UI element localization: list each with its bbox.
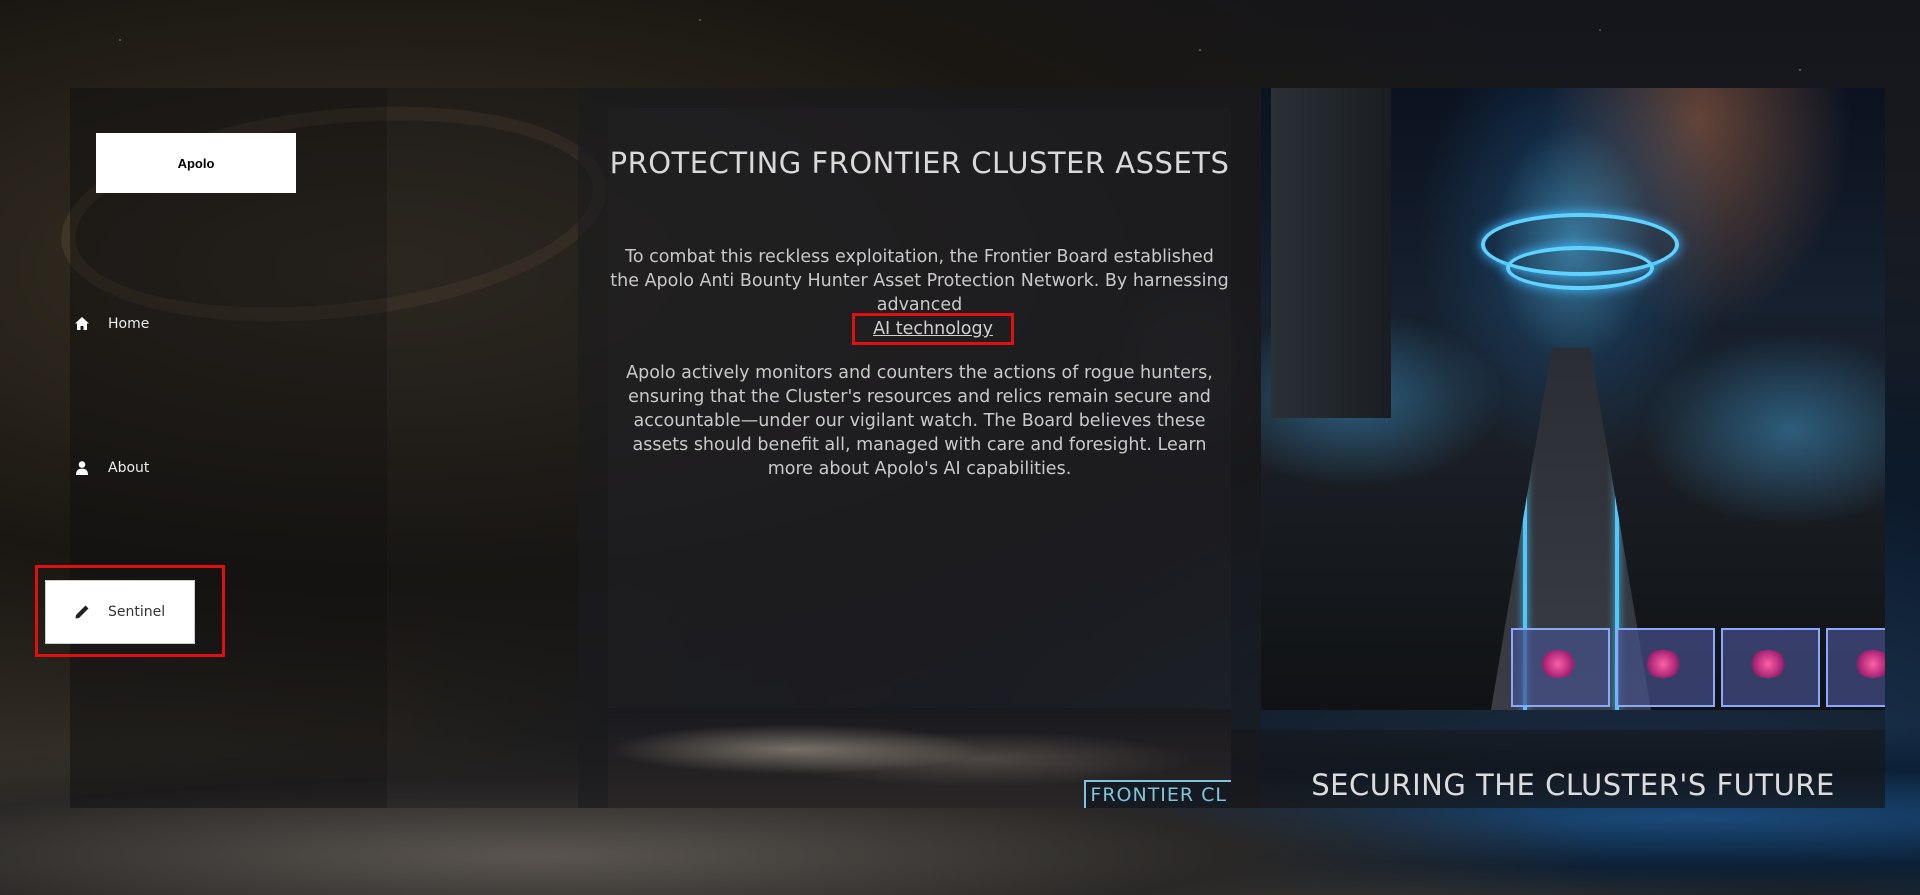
- hero-pad: [1616, 628, 1715, 707]
- section-title: SECURING THE CLUSTER'S FUTURE: [1311, 768, 1835, 802]
- body-paragraph: Apolo actively monitors and counters the…: [626, 363, 1213, 479]
- hero-pad: [1511, 628, 1610, 707]
- hero-image: [1261, 88, 1885, 710]
- nav-item-label: Sentinel: [108, 604, 166, 620]
- ai-technology-link[interactable]: AI technology: [873, 319, 993, 339]
- nav-item-sentinel[interactable]: Sentinel: [45, 580, 195, 644]
- page-title: PROTECTING FRONTIER CLUSTER ASSETS: [609, 146, 1230, 180]
- hero-ring: [1506, 246, 1654, 290]
- logo-text: Apolo: [177, 155, 215, 171]
- lower-image: FRONTIER CL: [608, 710, 1231, 808]
- hero-pad: [1721, 628, 1820, 707]
- nav-item-label: About: [108, 460, 150, 476]
- home-icon: [75, 317, 89, 330]
- nav-item-label: Home: [108, 316, 150, 332]
- image-caption: FRONTIER CL: [1084, 780, 1231, 808]
- logo[interactable]: Apolo: [96, 133, 296, 193]
- intro-paragraph: To combat this reckless exploitation, th…: [610, 247, 1229, 315]
- user-icon: [76, 461, 88, 475]
- hero-pad: [1826, 628, 1885, 707]
- sidebar: [70, 88, 387, 808]
- highlight-box: AI technology: [852, 313, 1014, 345]
- nav-item-home[interactable]: Home: [74, 316, 149, 332]
- pencil-icon: [75, 605, 89, 619]
- nav-item-about[interactable]: About: [74, 460, 149, 476]
- hero-tower: [1271, 88, 1391, 418]
